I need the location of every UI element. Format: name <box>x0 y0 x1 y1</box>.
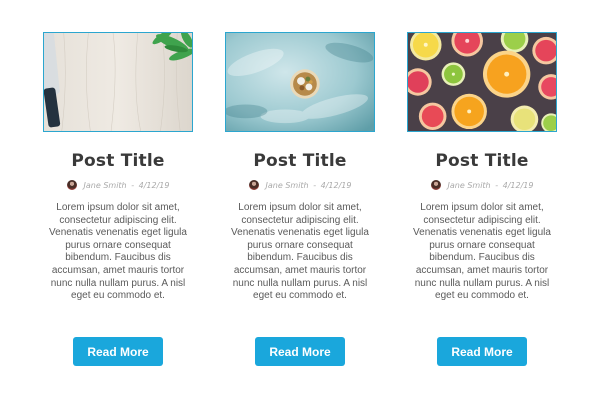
post-meta: Jane Smith - 4/12/19 <box>430 180 534 190</box>
post-title[interactable]: Post Title <box>71 151 164 171</box>
read-more-button[interactable]: Read More <box>437 337 527 366</box>
read-more-button[interactable]: Read More <box>255 337 345 366</box>
meta-separator: - <box>131 180 135 190</box>
author-avatar <box>66 180 77 190</box>
post-image-citrus-fruits[interactable] <box>407 32 557 132</box>
post-image-bowl-blue[interactable] <box>225 32 375 132</box>
post-excerpt: Lorem ipsum dolor sit amet, consectetur … <box>49 202 187 302</box>
post-date: 4/12/19 <box>138 180 170 190</box>
meta-separator: - <box>313 180 317 190</box>
post-card: Post Title Jane Smith - 4/12/19 Lorem ip… <box>43 32 193 372</box>
post-author[interactable]: Jane Smith <box>448 181 491 190</box>
author-avatar <box>248 180 259 190</box>
post-title[interactable]: Post Title <box>253 151 346 171</box>
post-excerpt: Lorem ipsum dolor sit amet, consectetur … <box>413 202 551 302</box>
read-more-button[interactable]: Read More <box>73 337 163 366</box>
post-date: 4/12/19 <box>502 180 534 190</box>
post-date: 4/12/19 <box>320 180 352 190</box>
post-title[interactable]: Post Title <box>435 151 528 171</box>
post-card: Post Title Jane Smith - 4/12/19 Lorem ip… <box>225 32 375 372</box>
post-author[interactable]: Jane Smith <box>84 181 127 190</box>
post-meta: Jane Smith - 4/12/19 <box>248 180 352 190</box>
author-avatar <box>430 180 441 190</box>
post-author[interactable]: Jane Smith <box>266 181 309 190</box>
meta-separator: - <box>495 180 499 190</box>
post-card-grid: Post Title Jane Smith - 4/12/19 Lorem ip… <box>0 0 600 400</box>
post-excerpt: Lorem ipsum dolor sit amet, consectetur … <box>231 202 369 302</box>
post-image-wood-knife-herbs[interactable] <box>43 32 193 132</box>
post-meta: Jane Smith - 4/12/19 <box>66 180 170 190</box>
post-card: Post Title Jane Smith - 4/12/19 Lorem ip… <box>407 32 557 372</box>
